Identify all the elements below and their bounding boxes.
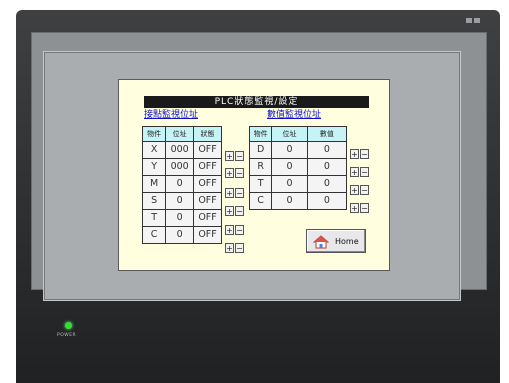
state-cell: OFF (193, 175, 222, 193)
contact-row-4-stepper: + − (225, 206, 244, 216)
address-cell[interactable]: 0 (271, 192, 308, 210)
column-header: 位址 (271, 126, 308, 142)
home-icon (312, 234, 330, 249)
minus-button[interactable]: − (235, 168, 244, 178)
minus-button[interactable]: − (235, 225, 244, 235)
contact-row-3-stepper: + − (225, 188, 244, 198)
table-row: D 0 0 (248, 141, 348, 159)
plus-button[interactable]: + (350, 203, 359, 213)
power-label: POWER (57, 333, 77, 338)
value-cell: 0 (306, 175, 348, 193)
address-cell[interactable]: 0 (165, 192, 195, 210)
column-header: 狀態 (193, 126, 222, 142)
object-cell: X (141, 141, 167, 159)
hmi-screen: PLC狀態監視/設定 接點監視位址 數值監視位址 物件 位址 狀態 X 000 … (118, 79, 390, 271)
object-cell: R (248, 158, 273, 176)
table-header-row: 物件 位址 數值 (248, 126, 348, 142)
value-row-1-stepper: + − (350, 149, 369, 159)
table-row: Y 000 OFF (141, 158, 222, 176)
object-cell: M (141, 175, 167, 193)
contact-row-1-stepper: + − (225, 151, 244, 161)
value-row-4-stepper: + − (350, 203, 369, 213)
plus-button[interactable]: + (225, 225, 234, 235)
value-section-title: 數值監視位址 (267, 110, 322, 120)
contact-row-2-stepper: + − (225, 168, 244, 178)
contact-table: 物件 位址 狀態 X 000 OFF Y 000 OFF M 0 OFF S 0… (141, 126, 222, 244)
address-cell[interactable]: 000 (165, 141, 195, 159)
column-header: 位址 (165, 126, 195, 142)
table-row: T 0 0 (248, 175, 348, 193)
page-title: PLC狀態監視/設定 (144, 96, 369, 108)
table-row: C 0 OFF (141, 226, 222, 244)
power-led (65, 322, 72, 329)
home-button-label: Home (335, 236, 359, 246)
minus-button[interactable]: − (360, 167, 369, 177)
plus-button[interactable]: + (225, 243, 234, 253)
table-row: M 0 OFF (141, 175, 222, 193)
plus-button[interactable]: + (350, 167, 359, 177)
contact-section-title: 接點監視位址 (144, 110, 199, 120)
column-header: 物件 (248, 126, 273, 142)
address-cell[interactable]: 0 (271, 158, 308, 176)
object-cell: T (248, 175, 273, 193)
brand-mark (466, 18, 480, 23)
address-cell[interactable]: 0 (165, 209, 195, 227)
minus-button[interactable]: − (235, 243, 244, 253)
home-button[interactable]: Home (306, 229, 366, 253)
object-cell: T (141, 209, 167, 227)
table-row: T 0 OFF (141, 209, 222, 227)
column-header: 數值 (306, 126, 348, 142)
object-cell: C (248, 192, 273, 210)
value-cell: 0 (306, 158, 348, 176)
value-row-3-stepper: + − (350, 185, 369, 195)
address-cell[interactable]: 0 (271, 141, 308, 159)
minus-button[interactable]: − (235, 151, 244, 161)
table-header-row: 物件 位址 狀態 (141, 126, 222, 142)
minus-button[interactable]: − (360, 185, 369, 195)
plus-button[interactable]: + (225, 206, 234, 216)
plus-button[interactable]: + (225, 168, 234, 178)
column-header: 物件 (141, 126, 167, 142)
object-cell: D (248, 141, 273, 159)
address-cell[interactable]: 000 (165, 158, 195, 176)
contact-row-6-stepper: + − (225, 243, 244, 253)
state-cell: OFF (193, 141, 222, 159)
plus-button[interactable]: + (225, 151, 234, 161)
plus-button[interactable]: + (350, 149, 359, 159)
object-cell: Y (141, 158, 167, 176)
state-cell: OFF (193, 226, 222, 244)
table-row: X 000 OFF (141, 141, 222, 159)
state-cell: OFF (193, 158, 222, 176)
state-cell: OFF (193, 192, 222, 210)
minus-button[interactable]: − (360, 203, 369, 213)
plus-button[interactable]: + (350, 185, 359, 195)
object-cell: C (141, 226, 167, 244)
address-cell[interactable]: 0 (271, 175, 308, 193)
minus-button[interactable]: − (235, 206, 244, 216)
value-table: 物件 位址 數值 D 0 0 R 0 0 T 0 0 C 0 0 (248, 126, 348, 210)
minus-button[interactable]: − (360, 149, 369, 159)
table-row: R 0 0 (248, 158, 348, 176)
address-cell[interactable]: 0 (165, 175, 195, 193)
address-cell[interactable]: 0 (165, 226, 195, 244)
value-cell: 0 (306, 192, 348, 210)
table-row: S 0 OFF (141, 192, 222, 210)
state-cell: OFF (193, 209, 222, 227)
value-cell: 0 (306, 141, 348, 159)
contact-row-5-stepper: + − (225, 225, 244, 235)
plus-button[interactable]: + (225, 188, 234, 198)
table-row: C 0 0 (248, 192, 348, 210)
object-cell: S (141, 192, 167, 210)
value-row-2-stepper: + − (350, 167, 369, 177)
minus-button[interactable]: − (235, 188, 244, 198)
